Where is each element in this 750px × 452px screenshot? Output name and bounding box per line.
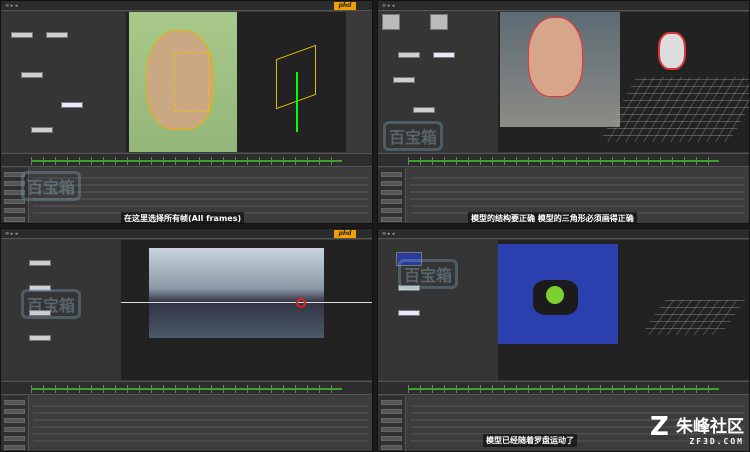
timeline[interactable] xyxy=(378,153,749,167)
panel-top-left: ≡ ▸ ◂ phd 在这里选择所有帧(All frames) 百宝箱 xyxy=(0,0,373,224)
node[interactable] xyxy=(29,335,51,341)
tool-sidebar xyxy=(378,396,406,451)
tool-sidebar xyxy=(378,168,406,223)
brand-mark: Z xyxy=(650,412,669,442)
parameter-fields[interactable] xyxy=(33,400,368,447)
face-image xyxy=(528,17,583,97)
node[interactable] xyxy=(29,260,51,266)
axis-y xyxy=(296,72,298,132)
title-bar: ≡ ▸ ◂ xyxy=(1,1,372,11)
watermark: 百宝箱 xyxy=(383,121,444,151)
node[interactable] xyxy=(413,107,435,113)
viewer[interactable] xyxy=(498,240,749,380)
ground-grid xyxy=(599,77,749,142)
subtitle: 在这里选择所有帧(All frames) xyxy=(121,212,245,223)
node[interactable] xyxy=(433,52,455,58)
properties-panel xyxy=(1,396,372,451)
subtitle: 模型已经随着罗盘运动了 xyxy=(483,434,577,447)
timeline[interactable] xyxy=(1,153,372,167)
watermark: 百宝箱 xyxy=(21,289,82,319)
title-bar: ≡ ▸ ◂ xyxy=(378,229,749,239)
subtitle: 模型的结构要正确 模型的三角形必须画得正确 xyxy=(468,212,637,223)
track-marker xyxy=(296,298,306,308)
viewer[interactable] xyxy=(498,12,749,152)
node[interactable] xyxy=(31,127,53,133)
node[interactable] xyxy=(61,102,83,108)
node-graph[interactable] xyxy=(1,12,126,152)
app-logo: phd xyxy=(334,230,356,238)
panel-top-right: ≡ ▸ ◂ 模型的结构要正确 模型的三角形必须画得正确 百宝箱 xyxy=(377,0,750,224)
compass-disc xyxy=(546,286,564,304)
watermark: 百宝箱 xyxy=(398,259,459,289)
ground-grid xyxy=(640,300,746,335)
thumb xyxy=(382,14,400,30)
viewer[interactable] xyxy=(126,12,346,152)
node[interactable] xyxy=(46,32,68,38)
timeline[interactable] xyxy=(1,381,372,395)
tool-sidebar xyxy=(1,396,29,451)
title-bar: ≡ ▸ ◂ xyxy=(378,1,749,11)
thumb xyxy=(430,14,448,30)
panel-bottom-left: ≡ ▸ ◂ phd 百宝箱 xyxy=(0,228,373,452)
node[interactable] xyxy=(11,32,33,38)
video-frame xyxy=(149,248,324,338)
brand-url: ZF3D.COM xyxy=(689,437,744,446)
horizon-line xyxy=(121,302,372,303)
title-bar: ≡ ▸ ◂ xyxy=(1,229,372,239)
viewer[interactable] xyxy=(121,240,372,380)
node[interactable] xyxy=(21,72,43,78)
brand-name: 朱峰社区 xyxy=(676,417,744,437)
watermark: 百宝箱 xyxy=(21,171,82,201)
timeline[interactable] xyxy=(378,381,749,395)
node[interactable] xyxy=(398,310,420,316)
node[interactable] xyxy=(398,52,420,58)
node[interactable] xyxy=(393,77,415,83)
mesh-overlay xyxy=(174,52,209,112)
app-logo: phd xyxy=(334,2,356,10)
head-model xyxy=(658,32,686,70)
brand-logo: Z 朱峰社区 ZF3D.COM xyxy=(650,412,744,446)
